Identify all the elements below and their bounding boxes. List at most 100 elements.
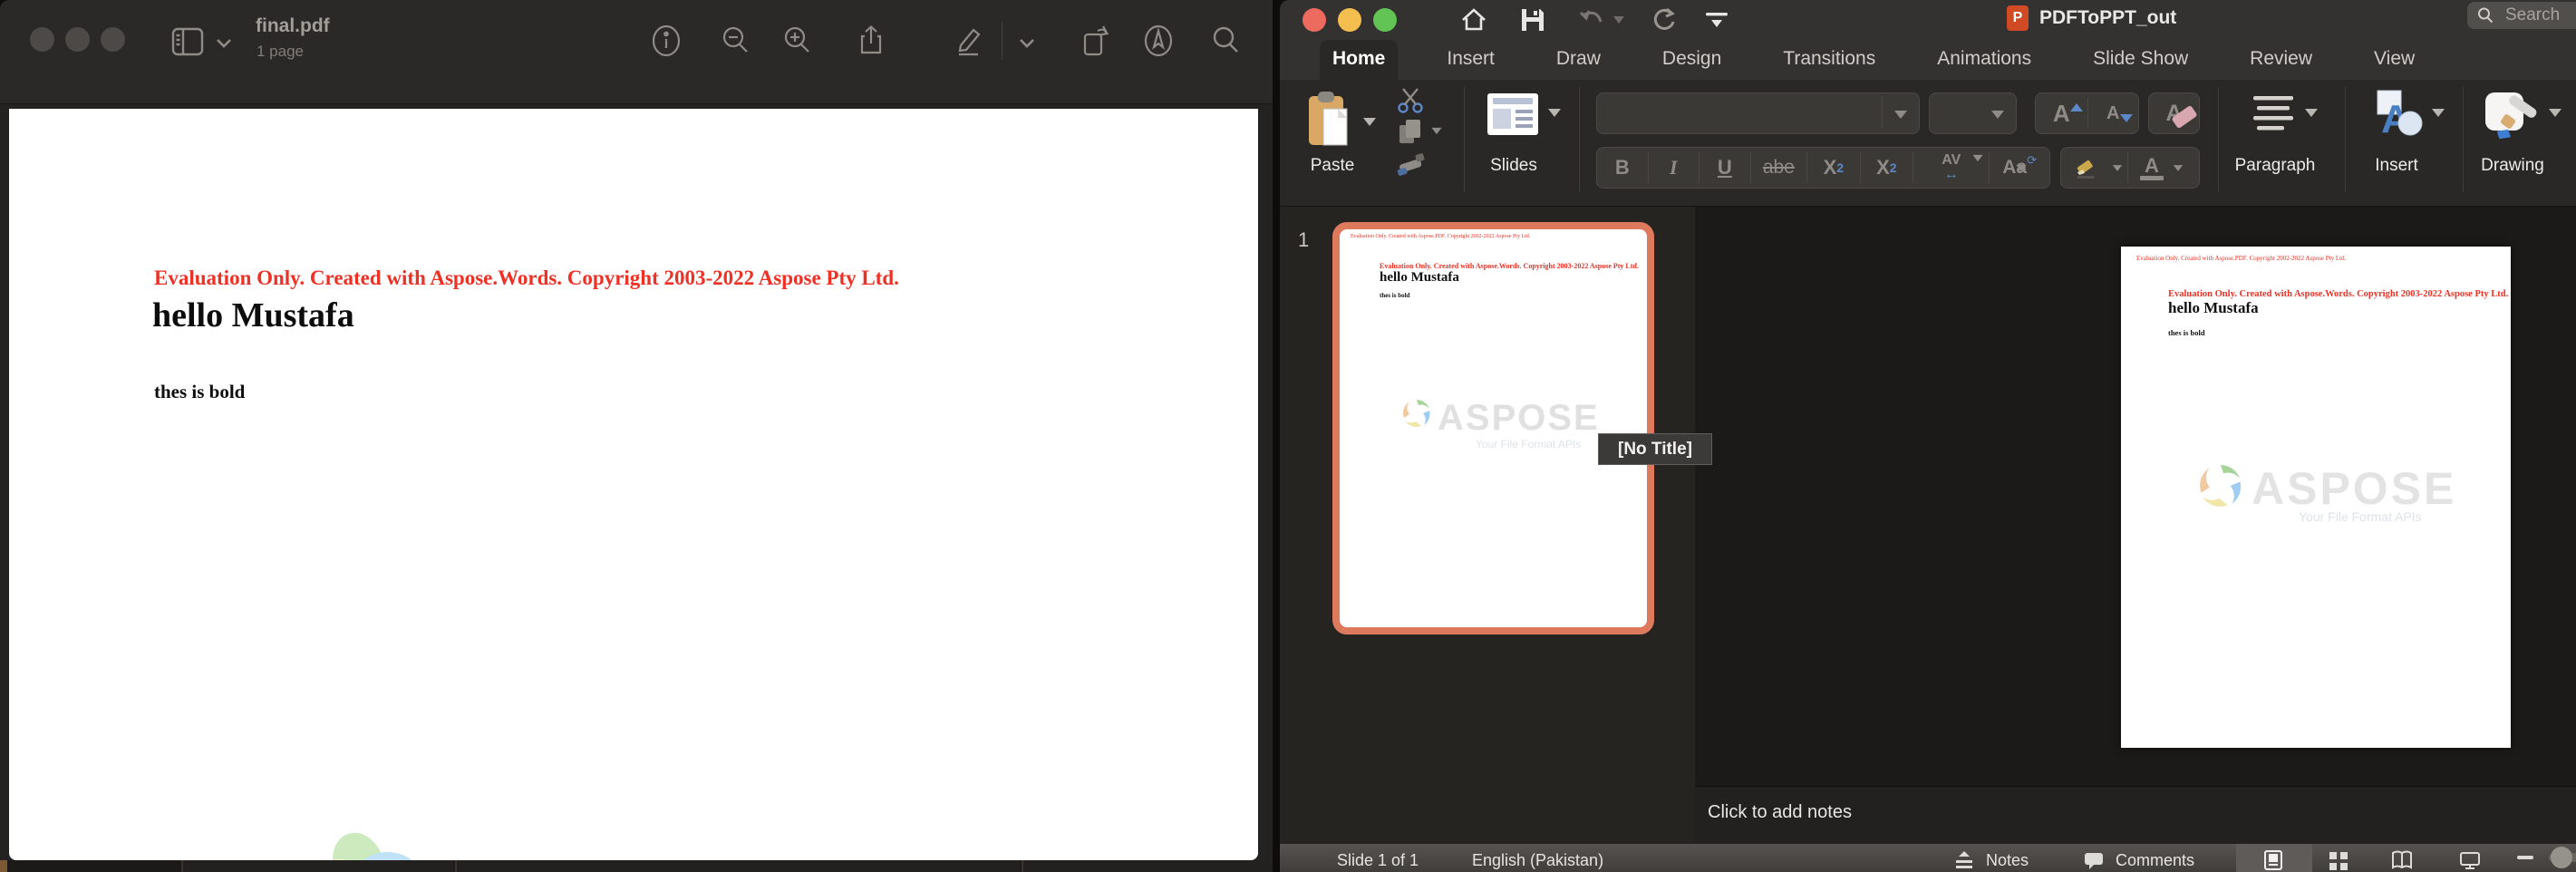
insert-button-label[interactable]: Insert xyxy=(2360,156,2433,176)
character-spacing-button[interactable]: AV ↔ xyxy=(1913,148,1989,188)
notes-toggle-icon[interactable] xyxy=(1953,849,1975,871)
traffic-close[interactable] xyxy=(1303,8,1326,32)
tab-transitions[interactable]: Transitions xyxy=(1770,40,1888,80)
traffic-minimize-inactive[interactable] xyxy=(65,27,90,52)
main-slide[interactable]: Evaluation Only. Created with Aspose.PDF… xyxy=(2121,247,2511,748)
traffic-minimize[interactable] xyxy=(1338,8,1361,32)
paragraph-button-label[interactable]: Paragraph xyxy=(2228,156,2322,176)
paste-button-label[interactable]: Paste xyxy=(1296,156,1369,176)
zoom-out-minus-icon[interactable] xyxy=(2517,856,2533,859)
subscript-button[interactable]: X2 xyxy=(1861,148,1913,188)
dock-segment xyxy=(455,860,1020,872)
strikethrough-button[interactable]: abe xyxy=(1751,148,1807,188)
normal-view-icon[interactable] xyxy=(2262,849,2284,871)
home-icon[interactable] xyxy=(1459,5,1488,34)
comments-icon[interactable] xyxy=(2083,849,2105,871)
pdf-heading: hello Mustafa xyxy=(152,296,354,335)
highlighter-icon xyxy=(2075,156,2098,179)
bold-button[interactable]: B xyxy=(1597,148,1648,188)
slides-button-label[interactable]: Slides xyxy=(1477,156,1550,176)
sidebar-toggle-icon[interactable] xyxy=(170,24,205,59)
slide-show-view-icon[interactable] xyxy=(2459,849,2481,871)
copy-dropdown-caret[interactable] xyxy=(1431,128,1441,134)
thumb-heading: hello Mustafa xyxy=(1380,270,1459,286)
drawing-dropdown-caret[interactable] xyxy=(2549,109,2561,117)
markup-pencil-icon[interactable] xyxy=(951,24,985,58)
sidebar-chevron-down-icon[interactable] xyxy=(214,33,234,53)
comments-label[interactable]: Comments xyxy=(2116,851,2194,870)
tab-design[interactable]: Design xyxy=(1650,40,1734,80)
paste-dropdown-caret[interactable] xyxy=(1363,118,1376,126)
grow-font-button[interactable]: A xyxy=(2036,93,2087,133)
font-name-combobox[interactable] xyxy=(1596,92,1920,134)
highlight-pen-icon[interactable] xyxy=(1141,24,1176,58)
reading-view-icon[interactable] xyxy=(2391,849,2413,871)
save-icon[interactable] xyxy=(1518,5,1547,34)
cut-icon[interactable] xyxy=(1396,87,1427,114)
clear-formatting-button[interactable]: A xyxy=(2148,92,2200,134)
dock-segment xyxy=(1022,860,1273,872)
tab-slide-show[interactable]: Slide Show xyxy=(2080,40,2201,80)
traffic-zoom[interactable] xyxy=(1373,8,1397,32)
zoom-slider-knob[interactable] xyxy=(2551,847,2572,868)
font-name-caret[interactable] xyxy=(1894,111,1907,119)
drawing-icon[interactable] xyxy=(2482,89,2543,143)
share-icon[interactable] xyxy=(854,24,888,58)
info-icon[interactable] xyxy=(649,24,683,58)
search-field[interactable]: Search xyxy=(2467,2,2576,29)
notes-toggle-label[interactable]: Notes xyxy=(1986,851,2029,870)
copy-icon[interactable] xyxy=(1398,118,1423,145)
slide-aspose-pdf-line: Evaluation Only. Created with Aspose.PDF… xyxy=(2136,255,2346,262)
zoom-out-icon[interactable] xyxy=(719,24,753,58)
search-icon[interactable] xyxy=(1209,24,1244,58)
pdf-body-text: thes is bold xyxy=(154,381,245,403)
change-case-button[interactable]: Aa ⟳ xyxy=(1990,148,2048,188)
insert-dropdown-caret[interactable] xyxy=(2432,109,2445,117)
tab-view[interactable]: View xyxy=(2361,40,2427,80)
tab-animations[interactable]: Animations xyxy=(1924,40,2044,80)
underline-button[interactable]: U xyxy=(1700,148,1750,188)
traffic-close-inactive[interactable] xyxy=(30,27,54,52)
zoom-in-icon[interactable] xyxy=(780,24,815,58)
highlight-caret[interactable] xyxy=(2113,165,2123,171)
paste-clipboard-icon[interactable] xyxy=(1307,91,1352,150)
slide-thumbnail-panel: 1 Evaluation Only. Created with Aspose.P… xyxy=(1280,207,1695,843)
preview-window-title: final.pdf xyxy=(256,15,330,37)
slide-thumbnail-selected[interactable]: Evaluation Only. Created with Aspose.PDF… xyxy=(1332,222,1654,635)
slide-aspose-tagline: Your File Format APIs xyxy=(2299,509,2422,524)
text-highlight-button[interactable] xyxy=(2061,148,2111,188)
paragraph-icon[interactable] xyxy=(2249,94,2298,134)
font-size-caret[interactable] xyxy=(1991,111,2004,119)
superscript-button[interactable]: X2 xyxy=(1807,148,1860,188)
font-color-button[interactable]: A xyxy=(2132,148,2172,188)
font-resize-group: A A xyxy=(2035,92,2139,134)
redo-icon[interactable] xyxy=(1649,5,1678,34)
slides-icon[interactable] xyxy=(1487,92,1539,136)
customize-toolbar-icon[interactable] xyxy=(1702,5,1731,34)
notes-pane[interactable]: Click to add notes xyxy=(1695,786,2576,843)
slide-sorter-view-icon[interactable] xyxy=(2328,849,2349,871)
undo-icon[interactable] xyxy=(1577,5,1606,34)
font-size-combobox[interactable] xyxy=(1929,92,2017,134)
rotate-icon[interactable] xyxy=(1078,24,1112,58)
font-color-caret[interactable] xyxy=(2174,165,2184,171)
insert-icon[interactable]: A xyxy=(2370,89,2425,141)
status-bar: Slide 1 of 1 English (Pakistan) Notes Co… xyxy=(1280,843,2576,872)
shrink-font-button[interactable]: A xyxy=(2087,93,2138,133)
paragraph-dropdown-caret[interactable] xyxy=(2305,109,2318,117)
slides-dropdown-caret[interactable] xyxy=(1548,109,1561,117)
drawing-button-label[interactable]: Drawing xyxy=(2473,156,2552,176)
tab-insert[interactable]: Insert xyxy=(1434,40,1507,80)
traffic-zoom-inactive[interactable] xyxy=(101,27,125,52)
tab-home[interactable]: Home xyxy=(1320,40,1398,80)
markup-chevron-down-icon[interactable] xyxy=(1017,33,1037,53)
undo-dropdown-caret[interactable] xyxy=(1613,16,1624,24)
format-painter-icon[interactable] xyxy=(1396,149,1427,178)
tab-draw[interactable]: Draw xyxy=(1544,40,1613,80)
italic-button[interactable]: I xyxy=(1649,148,1700,188)
pdf-page[interactable]: Evaluation Only. Created with Aspose.Wor… xyxy=(9,109,1258,860)
status-language[interactable]: English (Pakistan) xyxy=(1472,851,1603,870)
tab-review[interactable]: Review xyxy=(2237,40,2325,80)
slide-edit-area[interactable]: Evaluation Only. Created with Aspose.PDF… xyxy=(1695,207,2576,786)
aspose-swirl-icon xyxy=(1401,398,1432,429)
